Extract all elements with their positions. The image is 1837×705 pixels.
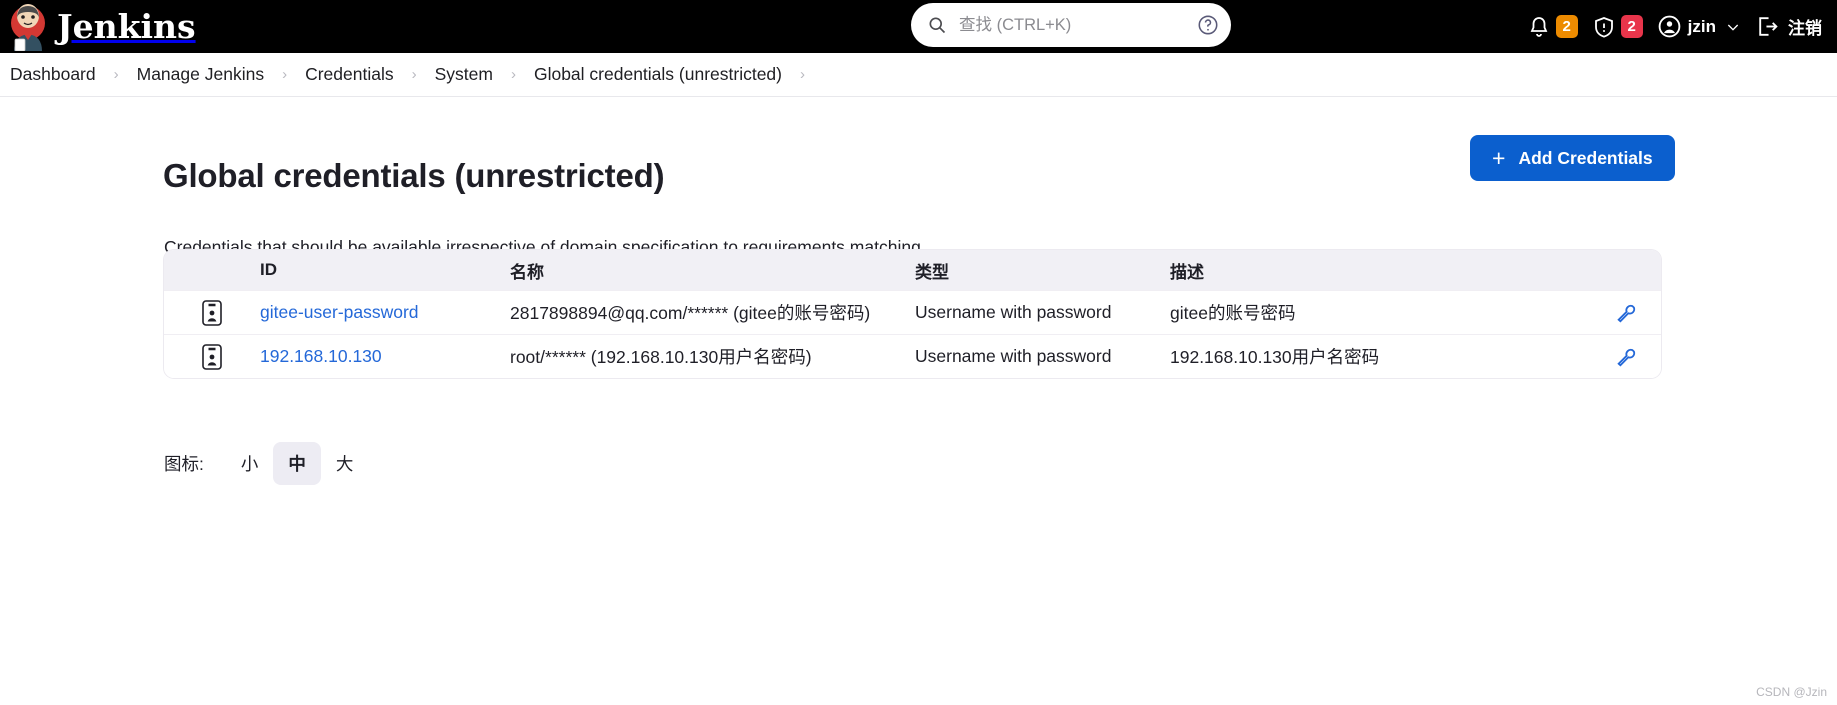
logout-label: 注销 — [1788, 19, 1822, 38]
column-header-id[interactable]: ID — [260, 260, 510, 280]
breadcrumb-item-credentials[interactable]: Credentials — [301, 64, 398, 85]
credential-actions-cell[interactable] — [1591, 302, 1661, 324]
help-circle-icon[interactable] — [1197, 14, 1219, 36]
breadcrumb-separator: › — [510, 66, 516, 83]
main-content: Global credentials (unrestricted) + Add … — [0, 97, 1837, 705]
security-warnings-button[interactable]: 2 — [1585, 0, 1650, 53]
notifications-button[interactable]: 2 — [1520, 0, 1585, 53]
jenkins-home-link[interactable]: Jenkins — [6, 3, 196, 51]
breadcrumb-item-manage-jenkins[interactable]: Manage Jenkins — [133, 64, 268, 85]
breadcrumb-separator: › — [282, 66, 288, 83]
wrench-icon[interactable] — [1615, 346, 1637, 368]
credential-type-cell: Username with password — [915, 302, 1112, 322]
user-circle-icon — [1658, 15, 1680, 38]
credential-id-cell: 192.168.10.130 — [260, 346, 510, 367]
credential-icon-cell — [164, 343, 260, 370]
breadcrumb-separator: › — [113, 66, 119, 83]
top-navigation-bar: Jenkins 2 2 — [0, 0, 1837, 53]
add-credentials-label: Add Credentials — [1518, 147, 1653, 168]
column-header-name[interactable]: 名称 — [510, 258, 915, 283]
watermark: CSDN @Jzin — [1756, 685, 1827, 699]
chevron-down-icon — [1727, 24, 1739, 31]
security-badge: 2 — [1620, 15, 1643, 38]
search-input[interactable] — [957, 14, 1197, 36]
breadcrumb-item-global-credentials[interactable]: Global credentials (unrestricted) — [530, 64, 786, 85]
search-icon — [929, 17, 946, 34]
credential-type-cell: Username with password — [915, 346, 1112, 366]
logout-icon — [1759, 17, 1778, 36]
user-menu-button[interactable]: jzin — [1650, 0, 1748, 53]
plus-icon: + — [1492, 144, 1506, 171]
icon-size-small-button[interactable]: 小 — [226, 442, 274, 485]
logout-button[interactable]: 注销 — [1748, 0, 1829, 53]
page-title: Global credentials (unrestricted) — [163, 157, 665, 195]
table-row: gitee-user-password 2817898894@qq.com/**… — [164, 290, 1661, 334]
credential-name-cell: 2817898894@qq.com/****** (gitee的账号密码) — [510, 303, 871, 323]
brand-title: Jenkins — [57, 7, 196, 46]
jenkins-butler-logo-icon — [11, 3, 45, 51]
icon-size-label: 图标: — [164, 454, 204, 474]
icon-size-medium-button[interactable]: 中 — [273, 442, 321, 485]
breadcrumb-separator: › — [800, 66, 805, 83]
notifications-badge: 2 — [1555, 15, 1578, 38]
search-box[interactable] — [911, 3, 1231, 47]
credential-card-icon — [202, 299, 222, 326]
table-header-row: ID 名称 类型 描述 — [164, 250, 1661, 290]
breadcrumb-item-system[interactable]: System — [431, 64, 497, 85]
credentials-table: ID 名称 类型 描述 gitee-user-password 28178988… — [164, 250, 1661, 378]
icon-size-selector: 图标: 小 中 大 — [164, 442, 368, 485]
shield-exclamation-icon — [1594, 16, 1613, 38]
add-credentials-button[interactable]: + Add Credentials — [1470, 135, 1675, 181]
credential-id-link[interactable]: gitee-user-password — [260, 302, 419, 322]
credential-description-cell: gitee的账号密码 — [1170, 303, 1296, 323]
credential-description-cell: 192.168.10.130用户名密码 — [1170, 347, 1380, 367]
credential-icon-cell — [164, 299, 260, 326]
user-name-label: jzin — [1687, 16, 1716, 36]
breadcrumb-item-dashboard[interactable]: Dashboard — [6, 64, 100, 85]
credential-actions-cell[interactable] — [1591, 346, 1661, 368]
topbar-right-group: 2 2 jzin 注销 — [1520, 0, 1829, 53]
credential-name-cell: root/****** (192.168.10.130用户名密码) — [510, 347, 812, 367]
column-header-description[interactable]: 描述 — [1170, 258, 1591, 283]
credential-id-cell: gitee-user-password — [260, 302, 510, 323]
credential-id-link[interactable]: 192.168.10.130 — [260, 346, 382, 366]
column-header-type[interactable]: 类型 — [915, 258, 1170, 283]
credential-card-icon — [202, 343, 222, 370]
bell-icon — [1530, 16, 1548, 37]
table-row: 192.168.10.130 root/****** (192.168.10.1… — [164, 334, 1661, 378]
breadcrumb: Dashboard › Manage Jenkins › Credentials… — [0, 53, 1837, 97]
icon-size-large-button[interactable]: 大 — [321, 442, 369, 485]
wrench-icon[interactable] — [1615, 302, 1637, 324]
breadcrumb-separator: › — [411, 66, 417, 83]
